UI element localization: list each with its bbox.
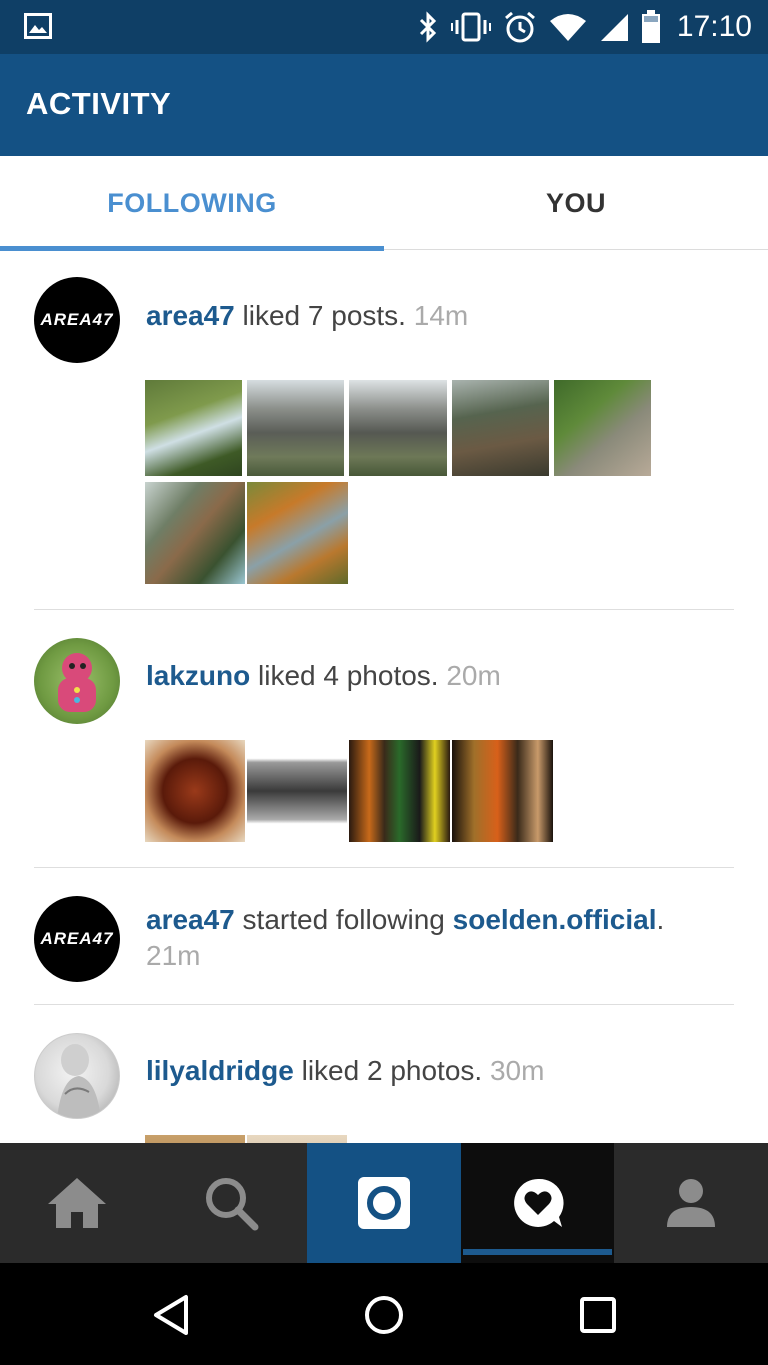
feed-item: lilyaldridge liked 2 photos. 30m: [0, 1005, 768, 1143]
battery-icon: [641, 10, 660, 43]
avatar[interactable]: AREA47: [34, 896, 120, 982]
vibrate-icon: [450, 12, 491, 42]
post-thumbnail[interactable]: [145, 1135, 245, 1143]
target-username-link[interactable]: soelden.official: [453, 904, 657, 935]
back-icon[interactable]: [150, 1293, 194, 1337]
action-text: liked 7 posts.: [234, 300, 406, 331]
status-time: 17:10: [676, 10, 752, 43]
post-thumbnail[interactable]: [349, 740, 450, 842]
activity-feed[interactable]: AREA47 area47 liked 7 posts. 14m lakzuno…: [0, 251, 768, 1143]
username-link[interactable]: lakzuno: [146, 660, 250, 691]
gingerbread-toy-image: [58, 653, 96, 712]
post-thumbnail[interactable]: [349, 380, 447, 476]
action-text: liked 2 photos.: [293, 1055, 483, 1086]
nav-active-indicator: [463, 1249, 612, 1255]
recents-icon[interactable]: [576, 1293, 620, 1337]
post-thumbnail[interactable]: [452, 740, 553, 842]
timestamp: 20m: [446, 660, 501, 691]
activity-text: lakzuno liked 4 photos. 20m: [146, 658, 738, 694]
profile-icon: [667, 1179, 715, 1227]
home-circle-icon[interactable]: [362, 1293, 406, 1337]
post-thumbnail[interactable]: [554, 380, 651, 476]
status-bar: 17:10: [0, 0, 768, 54]
wifi-icon: [549, 14, 586, 41]
search-icon: [205, 1178, 258, 1231]
post-thumbnail[interactable]: [247, 380, 344, 476]
area47-logo: AREA47: [40, 929, 114, 948]
avatar[interactable]: [34, 638, 120, 724]
avatar[interactable]: AREA47: [34, 277, 120, 363]
post-thumbnail[interactable]: [145, 482, 245, 584]
timestamp: 30m: [489, 1055, 545, 1086]
nav-camera-button[interactable]: [307, 1143, 461, 1263]
activity-text: lilyaldridge liked 2 photos. 30m: [146, 1053, 738, 1089]
tab-you[interactable]: YOU: [384, 156, 768, 250]
post-thumbnail[interactable]: [247, 740, 347, 842]
nav-activity-button[interactable]: [461, 1143, 614, 1263]
tab-following-label: FOLLOWING: [107, 187, 277, 218]
activity-heart-icon: [513, 1178, 564, 1227]
post-thumbnail[interactable]: [452, 380, 549, 476]
feed-item: lakzuno liked 4 photos. 20m: [0, 610, 768, 867]
feed-item: AREA47 area47 liked 7 posts. 14m: [0, 251, 768, 609]
nav-profile-button[interactable]: [614, 1143, 768, 1263]
screen: 17:10 ACTIVITY FOLLOWING YOU AREA47 area…: [0, 0, 768, 1365]
bottom-nav: [0, 1143, 768, 1263]
alarm-icon: [504, 11, 535, 43]
tab-you-label: YOU: [545, 187, 606, 218]
bluetooth-icon: [419, 11, 437, 43]
nav-home-button[interactable]: [0, 1143, 154, 1263]
signal-icon: [600, 14, 628, 41]
post-thumbnail[interactable]: [145, 380, 242, 476]
action-text: liked 4 photos.: [250, 660, 439, 691]
timestamp: 21m: [146, 940, 201, 971]
image-icon: [24, 13, 52, 39]
nav-search-button[interactable]: [154, 1143, 307, 1263]
portrait-photo: [57, 1044, 101, 1118]
username-link[interactable]: area47: [146, 904, 235, 935]
action-suffix: .: [656, 904, 665, 935]
app-bar: ACTIVITY: [0, 54, 768, 156]
action-text: started following: [234, 904, 453, 935]
tab-bar: FOLLOWING YOU: [0, 156, 768, 251]
username-link[interactable]: area47: [146, 300, 235, 331]
post-thumbnail[interactable]: [145, 740, 245, 842]
avatar[interactable]: [34, 1033, 120, 1119]
post-thumbnail[interactable]: [247, 1135, 347, 1143]
area47-logo: AREA47: [40, 310, 114, 329]
tab-following[interactable]: FOLLOWING: [0, 156, 384, 251]
feed-item: AREA47 area47 started following soelden.…: [0, 868, 768, 1004]
activity-text: area47 liked 7 posts. 14m: [146, 298, 738, 334]
home-icon: [48, 1178, 106, 1228]
activity-text: area47 started following soelden.officia…: [146, 902, 738, 974]
camera-icon: [358, 1177, 410, 1229]
username-link[interactable]: lilyaldridge: [146, 1055, 294, 1086]
post-thumbnail[interactable]: [247, 482, 348, 584]
timestamp: 14m: [413, 300, 469, 331]
page-title: ACTIVITY: [26, 86, 172, 121]
system-nav-bar: [0, 1263, 768, 1365]
